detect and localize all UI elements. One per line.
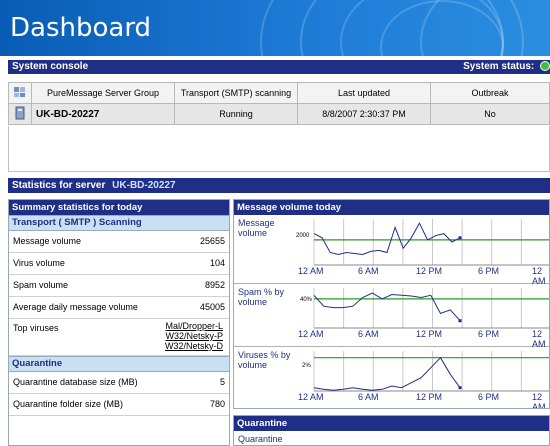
series-end-point	[458, 236, 462, 240]
x-tick-label: 12 AM	[298, 392, 324, 402]
spam-percent-chart: Spam % by volume 40% 12 AM 6 AM 12 PM 6 PM 1…	[234, 284, 549, 349]
server-icon	[8, 103, 32, 125]
summary-panel: Summary statistics for today Transport (…	[8, 199, 230, 446]
message-volume-panel: Message volume today Message volume 2000…	[233, 199, 550, 409]
y-tick: 2%	[302, 363, 311, 369]
stat-virus-volume: Virus volume 104	[9, 253, 229, 275]
system-status: System status:	[463, 60, 550, 74]
statistics-header: Statistics for server UK-BD-20227	[8, 178, 550, 193]
stat-label: Virus volume	[13, 258, 65, 268]
top-viruses-label: Top viruses	[13, 323, 59, 333]
x-tick-label: 12 PM	[416, 329, 443, 339]
virus-list: Mal/Dropper-L W32/Netsky-P W32/Netsky-D	[165, 321, 223, 351]
quarantine-title: Quarantine	[234, 416, 549, 431]
x-tick-label: 6 PM	[478, 392, 500, 402]
stat-quarantine-db-size: Quarantine database size (MB) 5	[9, 372, 229, 394]
console-empty-area	[8, 126, 550, 172]
x-tick-label: 12 AM	[532, 392, 546, 409]
chart-label: Viruses % by volume	[238, 350, 291, 370]
page-title: Dashboard	[10, 13, 152, 43]
col-outbreak[interactable]: Outbreak	[430, 82, 550, 104]
x-tick-label: 12 AM	[532, 266, 546, 286]
x-tick-label: 6 PM	[478, 329, 500, 339]
last-updated-value: 8/8/2007 2:30:37 PM	[297, 103, 431, 125]
y-tick: 40%	[300, 297, 313, 303]
scanning-status: Running	[174, 103, 298, 125]
x-tick-label: 12 PM	[416, 392, 443, 402]
stat-message-volume: Message volume 25655	[9, 231, 229, 253]
stat-spam-volume: Spam volume 8952	[9, 275, 229, 297]
y-tick: 2000	[296, 233, 310, 239]
system-console-header: System console System status:	[8, 60, 550, 74]
col-server-group[interactable]: PureMessage Server Group	[31, 82, 175, 104]
stat-value: 8952	[204, 280, 225, 290]
console-table-header: PureMessage Server Group Transport (SMTP…	[8, 82, 550, 104]
x-tick-label: 12 AM	[298, 266, 324, 276]
table-row[interactable]: UK-BD-20227 Running 8/8/2007 2:30:37 PM …	[8, 103, 550, 125]
stat-label: Spam volume	[13, 280, 69, 290]
x-tick-label: 6 PM	[478, 266, 500, 276]
summary-title: Summary statistics for today	[9, 200, 229, 215]
virus-link[interactable]: Mal/Dropper-L	[165, 321, 223, 331]
message-volume-title: Message volume today	[234, 200, 549, 215]
stat-value: 25655	[199, 236, 225, 246]
server-group-icon	[8, 82, 32, 104]
series-line	[313, 222, 461, 256]
transport-section-head: Transport ( SMTP ) Scanning	[9, 215, 229, 231]
series-line	[313, 292, 461, 322]
stat-quarantine-folder-size: Quarantine folder size (MB) 780	[9, 394, 229, 416]
virus-link[interactable]: W32/Netsky-D	[165, 341, 223, 351]
x-tick-label: 6 AM	[358, 329, 379, 339]
stat-label: Quarantine folder size (MB)	[13, 399, 124, 409]
chart-label: Spam % by volume	[238, 287, 285, 307]
x-tick-label: 6 AM	[358, 392, 379, 402]
status-ok-icon	[540, 61, 550, 72]
series-end-point	[458, 386, 462, 390]
quarantine-section-head: Quarantine	[9, 356, 229, 372]
x-tick-label: 12 AM	[298, 329, 324, 339]
x-tick-label: 12 PM	[416, 266, 443, 276]
outbreak-value: No	[430, 103, 550, 125]
quarantine-sub-label: Quarantine	[238, 434, 283, 444]
message-volume-chart: Message volume 2000 12 AM 6 AM 12 PM 6 PM 12…	[234, 215, 549, 286]
x-tick-label: 6 AM	[358, 266, 379, 276]
stat-average-daily-volume: Average daily message volume 45005	[9, 297, 229, 319]
virus-percent-chart: Viruses % by volume 2% 12 AM 6 AM 12 PM 6 P…	[234, 347, 549, 409]
system-console-title: System console	[12, 61, 89, 72]
server-name[interactable]: UK-BD-20227	[31, 103, 175, 125]
virus-link[interactable]: W32/Netsky-P	[165, 331, 223, 341]
statistics-title: Statistics for server	[12, 180, 106, 191]
statistics-server: UK-BD-20227	[112, 180, 176, 191]
x-tick-label: 12 AM	[532, 329, 546, 349]
stat-value: 5	[219, 377, 225, 387]
series-end-point	[458, 319, 462, 323]
stat-label: Message volume	[13, 236, 82, 246]
chart-label: Message volume	[238, 218, 275, 238]
console-table: PureMessage Server Group Transport (SMTP…	[8, 82, 550, 125]
dashboard-banner: Dashboard	[0, 0, 550, 56]
top-viruses-row: Top viruses Mal/Dropper-L W32/Netsky-P W…	[9, 319, 229, 356]
quarantine-panel: Quarantine Quarantine	[233, 415, 550, 446]
col-last-updated[interactable]: Last updated	[297, 82, 431, 104]
stat-value: 104	[209, 258, 225, 268]
stat-value: 780	[209, 399, 225, 409]
stat-label: Quarantine database size (MB)	[13, 377, 138, 387]
series-line	[313, 356, 461, 391]
system-status-label: System status:	[463, 61, 535, 72]
stat-label: Average daily message volume	[13, 302, 138, 312]
stat-value: 45005	[199, 302, 225, 312]
col-transport-scanning[interactable]: Transport (SMTP) scanning	[174, 82, 298, 104]
